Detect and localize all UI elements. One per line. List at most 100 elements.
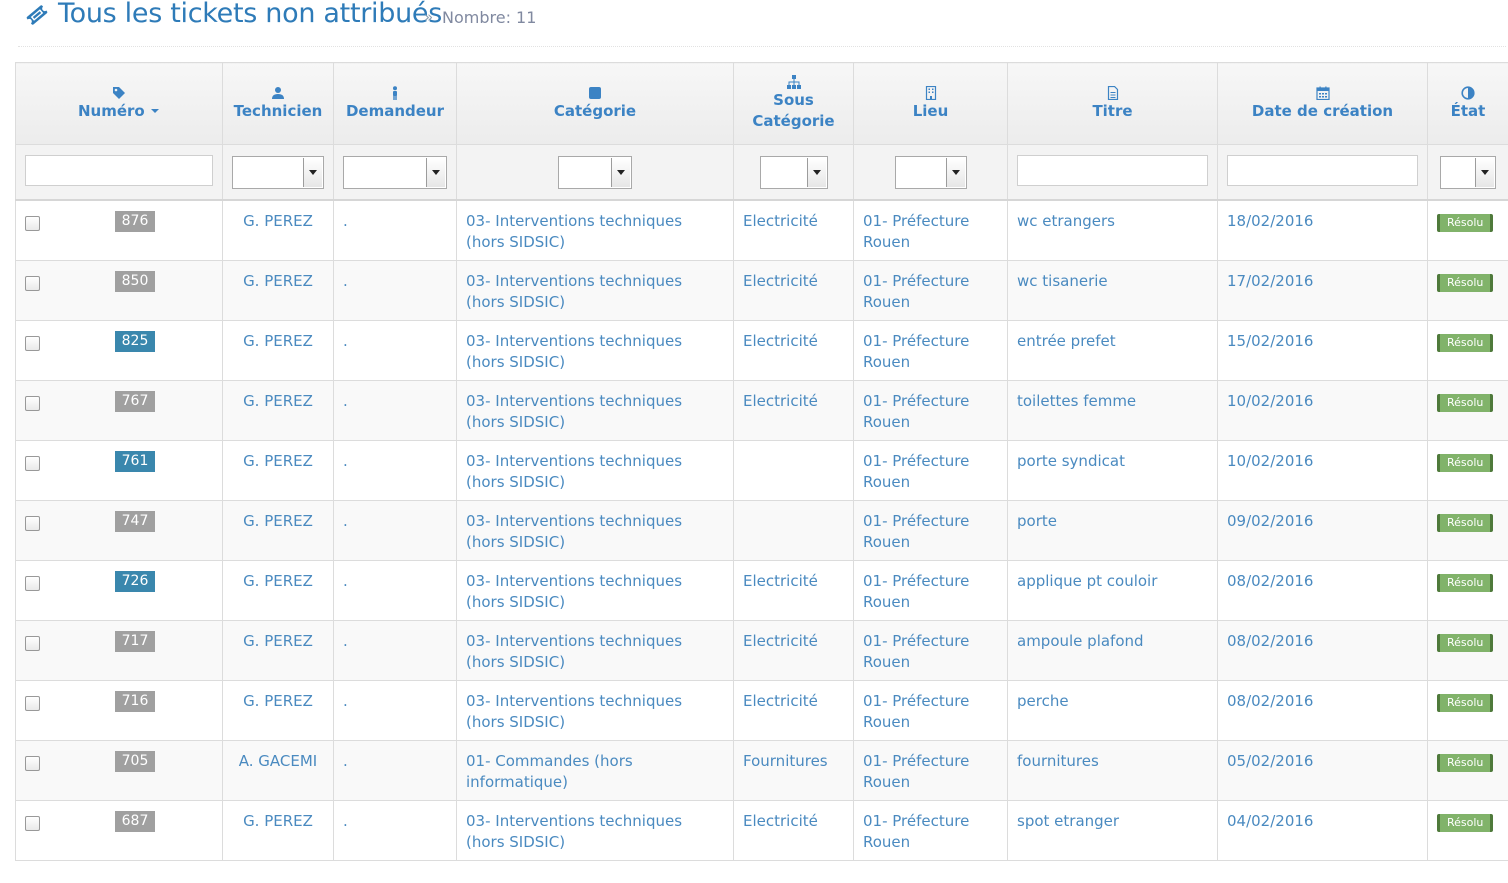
cell-titre[interactable]: ampoule plafond [1007,619,1218,681]
table-row[interactable]: 767 G. PEREZ. 03- Interventions techniques… [15,379,1508,441]
chevron-down-icon[interactable] [806,157,826,187]
cell-categorie[interactable]: 03- Interventions techniques (hors SIDSI… [456,199,734,261]
column-header-date[interactable]: Date de création [1217,62,1428,145]
row-select-checkbox[interactable] [25,695,40,711]
cell-date[interactable]: 09/02/2016 [1217,499,1428,561]
chevron-down-icon[interactable] [611,157,630,187]
cell-technicien[interactable]: G. PEREZ [222,799,334,861]
table-row[interactable]: 825 G. PEREZ. 03- Interventions techniques… [15,319,1508,381]
cell-categorie[interactable]: 01- Commandes (hors informatique) [456,739,734,801]
numero-filter-input[interactable] [25,154,213,186]
cell-titre[interactable]: wc etrangers [1007,199,1218,261]
cell-lieu[interactable]: 01- Préfecture Rouen [853,799,1008,861]
cell-titre[interactable]: applique pt couloir [1007,559,1218,621]
cell-titre[interactable]: spot etranger [1007,799,1218,861]
cell-lieu[interactable]: 01- Préfecture Rouen [853,499,1008,561]
cell-date[interactable]: 10/02/2016 [1217,439,1428,501]
cell-sous-categorie[interactable]: Electricité [733,559,854,621]
cell-demandeur[interactable]: . [333,439,457,501]
row-select-checkbox[interactable] [25,455,40,471]
cell-demandeur[interactable]: . [333,559,457,621]
cell-demandeur[interactable]: . [333,259,457,321]
cell-categorie[interactable]: 03- Interventions techniques (hors SIDSI… [456,619,734,681]
cell-titre[interactable]: toilettes femme [1007,379,1218,441]
row-select-checkbox[interactable] [25,575,40,591]
table-row[interactable]: 726 G. PEREZ. 03- Interventions techniques… [15,559,1508,621]
cell-demandeur[interactable]: . [333,799,457,861]
ticket-number-badge[interactable]: 716 [115,690,155,712]
column-header-lieu[interactable]: Lieu [853,62,1008,145]
cell-lieu[interactable]: 01- Préfecture Rouen [853,619,1008,681]
etat-filter-select[interactable] [1440,155,1496,189]
chevron-down-icon[interactable] [945,157,965,187]
column-header-numero[interactable]: Numéro [15,62,223,145]
cell-date[interactable]: 10/02/2016 [1217,379,1428,441]
column-header-etat[interactable]: État [1427,62,1508,145]
cell-categorie[interactable]: 03- Interventions techniques (hors SIDSI… [456,679,734,741]
cell-sous-categorie[interactable]: Electricité [733,199,854,261]
cell-categorie[interactable]: 03- Interventions techniques (hors SIDSI… [456,379,734,441]
cell-categorie[interactable]: 03- Interventions techniques (hors SIDSI… [456,439,734,501]
ticket-number-badge[interactable]: 717 [115,630,155,652]
technicien-filter-select[interactable] [232,155,324,189]
cell-date[interactable]: 08/02/2016 [1217,619,1428,681]
ticket-number-badge[interactable]: 767 [115,390,155,412]
cell-sous-categorie[interactable]: Electricité [733,259,854,321]
cell-categorie[interactable]: 03- Interventions techniques (hors SIDSI… [456,799,734,861]
chevron-down-icon[interactable] [1475,157,1494,187]
cell-date[interactable]: 05/02/2016 [1217,739,1428,801]
cell-titre[interactable]: perche [1007,679,1218,741]
cell-lieu[interactable]: 01- Préfecture Rouen [853,739,1008,801]
cell-sous-categorie[interactable]: Electricité [733,379,854,441]
cell-demandeur[interactable]: . [333,679,457,741]
ticket-number-badge[interactable]: 850 [115,270,155,292]
cell-sous-categorie[interactable]: Electricité [733,319,854,381]
cell-technicien[interactable]: G. PEREZ [222,259,334,321]
row-select-checkbox[interactable] [25,515,40,531]
cell-titre[interactable]: entrée prefet [1007,319,1218,381]
table-row[interactable]: 705 A. GACEMI. 01- Commandes (hors informa… [15,739,1508,801]
demandeur-filter-select[interactable] [343,155,447,189]
table-row[interactable]: 717 G. PEREZ. 03- Interventions techniques… [15,619,1508,681]
cell-lieu[interactable]: 01- Préfecture Rouen [853,199,1008,261]
cell-sous-categorie[interactable] [733,439,854,501]
row-select-checkbox[interactable] [25,216,40,231]
row-select-checkbox[interactable] [25,275,40,291]
cell-technicien[interactable]: G. PEREZ [222,379,334,441]
cell-categorie[interactable]: 03- Interventions techniques (hors SIDSI… [456,499,734,561]
cell-titre[interactable]: porte syndicat [1007,439,1218,501]
table-row[interactable]: 876 G. PEREZ. 03- Interventions techniques… [15,199,1508,261]
cell-demandeur[interactable]: . [333,199,457,261]
ticket-number-badge[interactable]: 747 [115,510,155,532]
categorie-filter-select[interactable] [558,155,632,189]
titre-filter-input[interactable] [1017,154,1208,186]
table-row[interactable]: 747 G. PEREZ. 03- Interventions techniques… [15,499,1508,561]
cell-demandeur[interactable]: . [333,739,457,801]
ticket-number-badge[interactable]: 876 [115,211,155,232]
ticket-number-badge[interactable]: 687 [115,810,155,832]
cell-sous-categorie[interactable] [733,499,854,561]
cell-date[interactable]: 04/02/2016 [1217,799,1428,861]
row-select-checkbox[interactable] [25,815,40,831]
column-header-categorie[interactable]: Catégorie [456,62,734,145]
cell-lieu[interactable]: 01- Préfecture Rouen [853,559,1008,621]
cell-categorie[interactable]: 03- Interventions techniques (hors SIDSI… [456,259,734,321]
date-filter-input[interactable] [1227,154,1418,186]
cell-date[interactable]: 17/02/2016 [1217,259,1428,321]
column-header-sous-categorie[interactable]: Sous Catégorie [733,62,854,145]
cell-date[interactable]: 08/02/2016 [1217,679,1428,741]
cell-titre[interactable]: fournitures [1007,739,1218,801]
cell-sous-categorie[interactable]: Fournitures [733,739,854,801]
row-select-checkbox[interactable] [25,755,40,771]
cell-technicien[interactable]: G. PEREZ [222,319,334,381]
cell-date[interactable]: 08/02/2016 [1217,559,1428,621]
cell-date[interactable]: 15/02/2016 [1217,319,1428,381]
table-row[interactable]: 687 G. PEREZ. 03- Interventions techniques… [15,799,1508,861]
cell-technicien[interactable]: G. PEREZ [222,679,334,741]
cell-demandeur[interactable]: . [333,379,457,441]
cell-lieu[interactable]: 01- Préfecture Rouen [853,679,1008,741]
cell-demandeur[interactable]: . [333,499,457,561]
cell-sous-categorie[interactable]: Electricité [733,619,854,681]
cell-technicien[interactable]: G. PEREZ [222,619,334,681]
cell-technicien[interactable]: A. GACEMI [222,739,334,801]
